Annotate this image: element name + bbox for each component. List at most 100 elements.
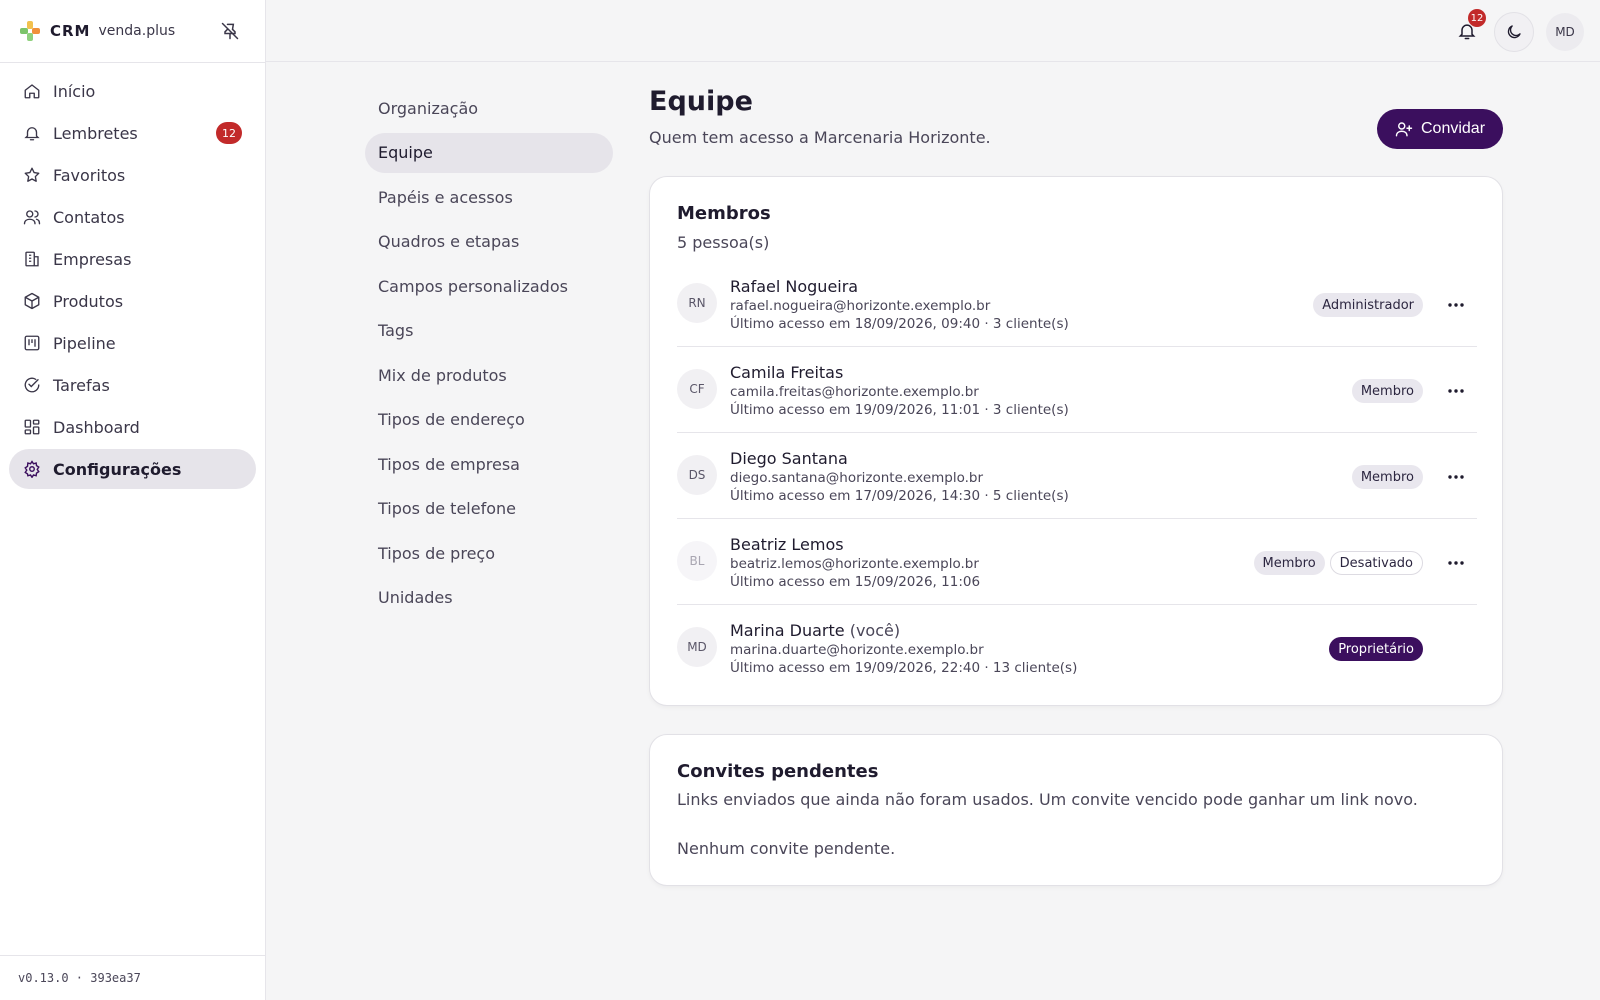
sidebar-item-label: Contatos [53,207,125,227]
member-actions-button[interactable] [1445,466,1467,488]
settings-nav-tipos-empresa[interactable]: Tipos de empresa [365,444,613,484]
member-name: Beatriz Lemos [730,535,844,554]
sidebar-item-dashboard[interactable]: Dashboard [9,407,256,447]
member-actions-button[interactable] [1445,552,1467,574]
sidebar-item-configuracoes[interactable]: Configurações [9,449,256,489]
settings-nav-mix-produtos[interactable]: Mix de produtos [365,355,613,395]
more-horizontal-icon [1448,561,1464,565]
kanban-icon [23,334,41,352]
sidebar-item-favoritos[interactable]: Favoritos [9,155,256,195]
settings-nav-equipe[interactable]: Equipe [365,132,613,173]
member-row: CF Camila Freitas camila.freitas@horizon… [677,347,1477,433]
member-badges: Membro Desativado [1253,551,1423,575]
sidebar-item-label: Dashboard [53,417,140,437]
reminders-count-badge: 12 [216,122,242,144]
gear-icon [23,460,41,478]
role-badge: Administrador [1313,293,1423,317]
page-subtitle: Quem tem acesso a Marcenaria Horizonte. [649,128,991,147]
members-card: Membros 5 pessoa(s) RN Rafael Nogueira r… [649,176,1503,706]
role-badge: Membro [1253,551,1325,575]
sidebar-item-label: Configurações [53,459,182,479]
sidebar-item-tarefas[interactable]: Tarefas [9,365,256,405]
brand-name: venda.plus [98,23,176,39]
member-actions-button[interactable] [1445,380,1467,402]
member-email: beatriz.lemos@horizonte.exemplo.br [730,556,979,572]
sidebar-item-label: Produtos [53,291,124,311]
pin-off-icon [221,22,239,40]
sidebar-item-pipeline[interactable]: Pipeline [9,323,256,363]
member-actions-button[interactable] [1445,294,1467,316]
settings-nav-tipos-endereco[interactable]: Tipos de endereço [365,400,613,440]
sidebar-item-label: Lembretes [53,123,138,143]
settings-nav-tipos-preco[interactable]: Tipos de preço [365,533,613,573]
moon-icon [1507,25,1521,39]
member-email: camila.freitas@horizonte.exemplo.br [730,384,979,400]
users-icon [23,208,41,226]
user-plus-icon [1395,120,1413,138]
member-row: MD Marina Duarte (você) marina.duarte@ho… [677,605,1477,691]
brand-crm: CRM [50,22,91,40]
member-email: marina.duarte@horizonte.exemplo.br [730,642,984,658]
settings-nav-unidades[interactable]: Unidades [365,578,613,618]
pending-invites-card: Convites pendentes Links enviados que ai… [649,734,1503,886]
settings-nav-tags[interactable]: Tags [365,311,613,351]
avatar: RN [677,283,717,323]
bell-icon [23,124,41,142]
member-last-access: Último acesso em 18/09/2026, 09:40 · 3 c… [730,316,1069,332]
sidebar-item-label: Favoritos [53,165,126,185]
box-icon [23,292,41,310]
avatar: MD [677,627,717,667]
avatar: BL [677,541,717,581]
settings-nav-campos-personalizados[interactable]: Campos personalizados [365,266,613,306]
page-title: Equipe [649,86,753,117]
settings-nav-papeis-acessos[interactable]: Papéis e acessos [365,177,613,217]
more-horizontal-icon [1448,475,1464,479]
star-icon [23,166,41,184]
member-name: Marina Duarte (você) [730,621,900,640]
sidebar-item-contatos[interactable]: Contatos [9,197,256,237]
member-last-access: Último acesso em 19/09/2026, 11:01 · 3 c… [730,402,1069,418]
member-name: Rafael Nogueira [730,277,859,296]
user-avatar[interactable]: MD [1546,13,1584,51]
role-badge: Proprietário [1329,637,1423,661]
invite-button-label: Convidar [1420,120,1486,137]
settings-nav-organizacao[interactable]: Organização [365,88,613,128]
invites-title: Convites pendentes [677,761,879,782]
building-icon [23,250,41,268]
notifications-button[interactable]: 12 [1454,9,1486,44]
invite-button[interactable]: Convidar [1377,109,1503,149]
member-last-access: Último acesso em 15/09/2026, 11:06 [730,574,981,590]
role-badge: Membro [1351,465,1423,489]
member-name: Diego Santana [730,449,848,468]
settings-nav-tipos-telefone[interactable]: Tipos de telefone [365,489,613,529]
role-badge: Membro [1351,379,1423,403]
settings-nav-quadros-etapas[interactable]: Quadros e etapas [365,222,613,262]
avatar: DS [677,455,717,495]
home-icon [23,82,41,100]
sidebar-item-lembretes[interactable]: Lembretes 12 [9,113,256,153]
sidebar-item-label: Pipeline [53,333,116,353]
topbar: 12 MD [266,0,1600,62]
member-badges: Membro [1351,379,1423,403]
members-title: Membros [677,203,771,224]
dashboard-icon [23,418,41,436]
members-count: 5 pessoa(s) [677,233,770,252]
avatar: CF [677,369,717,409]
notifications-count-badge: 12 [1468,9,1486,27]
sidebar-item-label: Empresas [53,249,132,269]
check-circle-icon [23,376,41,394]
member-name: Camila Freitas [730,363,844,382]
sidebar-item-inicio[interactable]: Início [9,71,256,111]
sidebar: CRM venda.plus Início Lembretes 12 Favor… [0,0,266,1000]
member-row: RN Rafael Nogueira rafael.nogueira@horiz… [677,261,1477,347]
status-badge: Desativado [1329,551,1423,575]
member-badges: Administrador [1313,293,1423,317]
sidebar-item-empresas[interactable]: Empresas [9,239,256,279]
settings-nav: Organização Equipe Papéis e acessos Quad… [365,88,613,622]
sidebar-item-produtos[interactable]: Produtos [9,281,256,321]
member-row: DS Diego Santana diego.santana@horizonte… [677,433,1477,519]
app-version: v0.13.0 · 393ea37 [0,955,266,1000]
main-nav: Início Lembretes 12 Favoritos Contatos E… [0,63,265,499]
theme-toggle-button[interactable] [1494,12,1534,52]
unpin-sidebar-button[interactable] [219,20,241,42]
